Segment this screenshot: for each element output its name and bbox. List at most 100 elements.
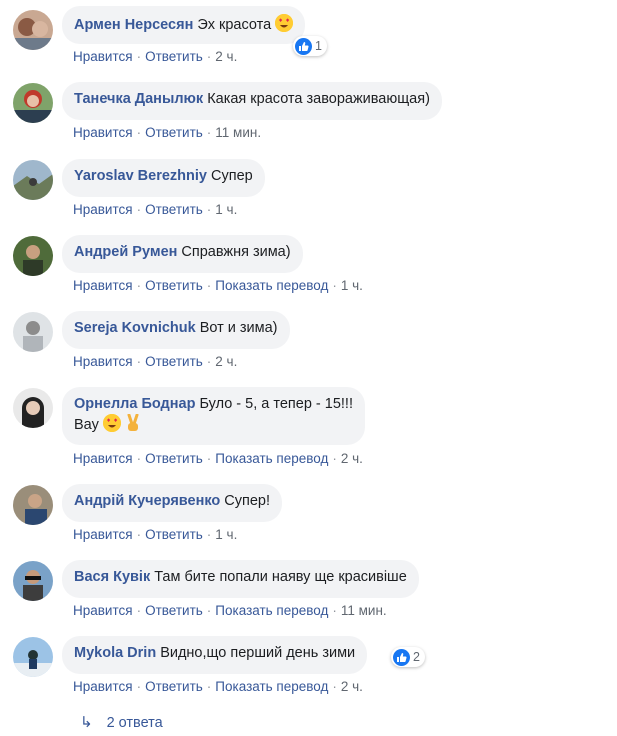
avatar[interactable]: [13, 485, 53, 525]
comment-bubble: Yaroslav Berezhniy Супер: [62, 159, 265, 197]
comment-text: Эх красота: [197, 17, 272, 33]
like-link[interactable]: Нравится: [73, 603, 133, 618]
like-link[interactable]: Нравится: [73, 354, 133, 369]
comment-author[interactable]: Андрей Румен: [74, 244, 177, 260]
like-icon: [295, 37, 312, 55]
comment-author[interactable]: Mykola Drin: [74, 645, 156, 661]
comment-text: Супер!: [224, 493, 270, 509]
separator: ·: [136, 679, 142, 694]
separator: ·: [206, 679, 212, 694]
heart-eyes-emoji-icon: [102, 414, 121, 432]
separator: ·: [136, 527, 142, 542]
avatar-image: [13, 388, 53, 428]
comment-time[interactable]: 1 ч.: [341, 278, 363, 293]
comment-author[interactable]: Танечка Данылюк: [74, 91, 203, 107]
comment-bubble: Андрій Кучерявенко Супер!: [62, 484, 282, 522]
avatar[interactable]: [13, 561, 53, 601]
avatar-image: [13, 160, 53, 200]
avatar[interactable]: [13, 637, 53, 677]
like-link[interactable]: Нравится: [73, 125, 133, 140]
show-translation-link[interactable]: Показать перевод: [215, 451, 328, 466]
avatar[interactable]: [13, 388, 53, 428]
comment-time[interactable]: 1 ч.: [215, 202, 237, 217]
comment-text: Супер: [211, 168, 253, 184]
avatar-image: [13, 83, 53, 123]
comment-text: Було - 5, а тепер - 15!!!: [199, 396, 353, 412]
comment-time[interactable]: 2 ч.: [341, 679, 363, 694]
comment-author[interactable]: Армен Нерсесян: [74, 17, 193, 33]
separator: ·: [332, 679, 337, 694]
reply-link[interactable]: Ответить: [145, 49, 203, 64]
comment-time[interactable]: 11 мин.: [215, 125, 261, 140]
avatar[interactable]: [13, 10, 53, 50]
like-link[interactable]: Нравится: [73, 527, 133, 542]
separator: ·: [332, 451, 337, 466]
avatar[interactable]: [13, 83, 53, 123]
comment-bubble: Андрей Румен Справжня зима): [62, 235, 303, 273]
comment-time[interactable]: 2 ч.: [341, 451, 363, 466]
reaction-count-value: 2: [413, 650, 420, 664]
comment-bubble: Танечка Данылюк Какая красота завораживаю…: [62, 82, 442, 120]
avatar[interactable]: [13, 312, 53, 352]
comment-time[interactable]: 2 ч.: [215, 354, 237, 369]
comment-author[interactable]: Sereja Kovnichuk: [74, 320, 196, 336]
like-link[interactable]: Нравится: [73, 451, 133, 466]
separator: ·: [136, 603, 142, 618]
comment-time[interactable]: 2 ч.: [215, 49, 237, 64]
separator: ·: [136, 49, 142, 64]
separator: ·: [206, 527, 212, 542]
avatar-image: [13, 10, 53, 50]
show-translation-link[interactable]: Показать перевод: [215, 679, 328, 694]
show-translation-link[interactable]: Показать перевод: [215, 603, 328, 618]
reply-link[interactable]: Ответить: [145, 125, 203, 140]
comment-text: Вот и зима): [199, 320, 278, 336]
separator: ·: [206, 451, 212, 466]
comment-text-line2: Вау: [74, 417, 99, 433]
reply-link[interactable]: Ответить: [145, 603, 203, 618]
comment-bubble: Mykola Drin Видно,що перший день зими: [62, 636, 368, 674]
separator: ·: [136, 125, 142, 140]
comment-author[interactable]: Вася Кувік: [74, 569, 150, 585]
like-icon: [393, 648, 410, 666]
reaction-count-value: 1: [315, 39, 322, 53]
victory-hand-emoji-icon: [125, 413, 141, 438]
avatar[interactable]: [13, 160, 53, 200]
reaction-count[interactable]: 2: [391, 647, 425, 667]
comment-actions: Нравится · Ответить · 11 мин.: [73, 125, 261, 140]
reply-link[interactable]: Ответить: [145, 354, 203, 369]
like-link[interactable]: Нравится: [73, 49, 133, 64]
separator: ·: [206, 603, 212, 618]
comment-text: Какая красота завораживающая): [207, 91, 430, 107]
reply-link[interactable]: Ответить: [145, 679, 203, 694]
reply-link[interactable]: Ответить: [145, 451, 203, 466]
avatar-image: [13, 637, 53, 677]
comment-author[interactable]: Орнелла Боднар: [74, 396, 195, 412]
comment-actions: Нравится · Ответить · 1 ч.: [73, 527, 237, 542]
like-link[interactable]: Нравится: [73, 278, 133, 293]
separator: ·: [136, 354, 142, 369]
heart-eyes-emoji-icon: [275, 14, 294, 32]
reply-arrow-icon: ↳: [80, 714, 93, 731]
separator: ·: [206, 125, 212, 140]
like-link[interactable]: Нравится: [73, 679, 133, 694]
comment-bubble: Армен Нерсесян Эх красота: [62, 6, 306, 44]
comment-text: Справжня зима): [181, 244, 291, 260]
reaction-count[interactable]: 1: [293, 36, 327, 56]
comment-time[interactable]: 11 мин.: [341, 603, 387, 618]
comment-bubble: Вася Кувік Там бите попали наяву ще краси…: [62, 560, 419, 598]
comment-actions: Нравится · Ответить · Показать перевод · 2 ч.: [73, 451, 363, 466]
comment-author[interactable]: Yaroslav Berezhniy: [74, 168, 207, 184]
view-replies-link[interactable]: ↳ 2 ответа: [80, 713, 163, 731]
avatar-image: [13, 561, 53, 601]
separator: ·: [332, 278, 337, 293]
comment-author[interactable]: Андрій Кучерявенко: [74, 493, 220, 509]
comment-time[interactable]: 1 ч.: [215, 527, 237, 542]
reply-link[interactable]: Ответить: [145, 527, 203, 542]
reply-link[interactable]: Ответить: [145, 278, 203, 293]
reply-link[interactable]: Ответить: [145, 202, 203, 217]
avatar[interactable]: [13, 236, 53, 276]
comment-bubble: Sereja Kovnichuk Вот и зима): [62, 311, 290, 349]
like-link[interactable]: Нравится: [73, 202, 133, 217]
show-translation-link[interactable]: Показать перевод: [215, 278, 328, 293]
separator: ·: [136, 278, 142, 293]
